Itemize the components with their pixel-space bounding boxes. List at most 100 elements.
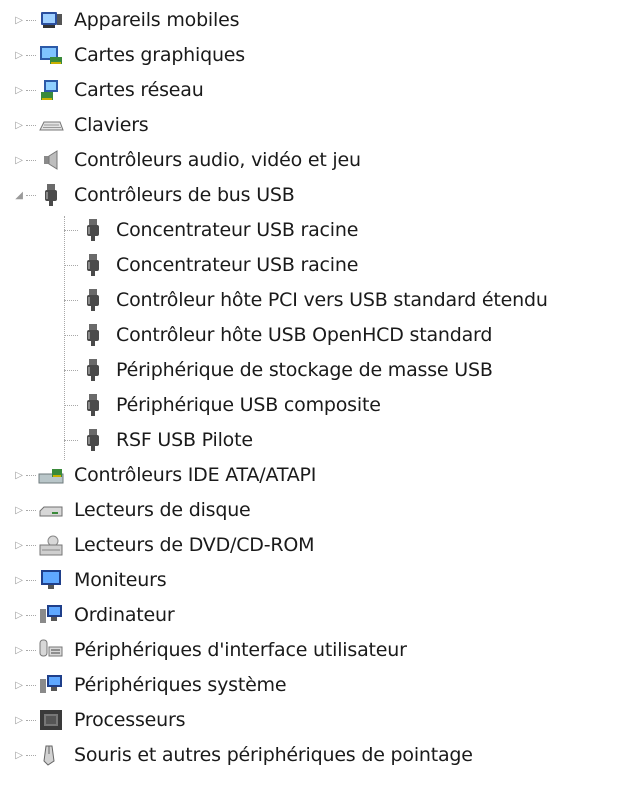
- category-row[interactable]: ▷ Souris et autres périphériques de point…: [0, 740, 473, 770]
- tree-connector-line: [64, 405, 78, 406]
- expand-arrow-icon[interactable]: ▷: [14, 154, 24, 166]
- tree-connector-line: [26, 720, 36, 721]
- category-row[interactable]: ▷ Cartes graphiques: [0, 40, 245, 70]
- tree-connector-line: [26, 125, 36, 126]
- usb-device-row[interactable]: Périphérique de stockage de masse USB: [0, 355, 493, 385]
- tree-connector-line: [26, 615, 36, 616]
- expand-arrow-icon[interactable]: ▷: [14, 609, 24, 621]
- tree-connector-line: [26, 510, 36, 511]
- usb-plug-icon: [80, 358, 106, 382]
- tree-connector-line: [26, 650, 36, 651]
- usb-device-row[interactable]: Contrôleur hôte USB OpenHCD standard: [0, 320, 492, 350]
- expand-arrow-icon[interactable]: ▷: [14, 679, 24, 691]
- expand-arrow-icon[interactable]: ▷: [14, 644, 24, 656]
- tree-item-label: Périphériques système: [74, 674, 287, 696]
- tree-item-label: Lecteurs de DVD/CD-ROM: [74, 534, 315, 556]
- tree-connector-line: [64, 265, 78, 266]
- category-row[interactable]: ▷ Lecteurs de disque: [0, 495, 251, 525]
- category-row[interactable]: ▷ Ordinateur: [0, 600, 174, 630]
- expand-arrow-icon[interactable]: ▷: [14, 714, 24, 726]
- expand-arrow-icon[interactable]: ▷: [14, 84, 24, 96]
- collapse-arrow-icon[interactable]: ◢: [14, 189, 24, 201]
- device-manager-tree: ▷ Appareils mobiles ▷ Cartes graphiques ▷ Car…: [0, 0, 623, 794]
- expand-arrow-icon[interactable]: ▷: [14, 539, 24, 551]
- category-row[interactable]: ▷ Contrôleurs audio, vidéo et jeu: [0, 145, 361, 175]
- tree-connector-line: [26, 755, 36, 756]
- tree-connector-line: [64, 335, 78, 336]
- monitor-icon: [38, 568, 64, 592]
- category-row[interactable]: ▷ Processeurs: [0, 705, 185, 735]
- usb-plug-icon: [80, 253, 106, 277]
- usb-plug-icon: [80, 218, 106, 242]
- category-row[interactable]: ▷ Contrôleurs IDE ATA/ATAPI: [0, 460, 316, 490]
- usb-device-row[interactable]: Concentrateur USB racine: [0, 215, 358, 245]
- expand-arrow-icon[interactable]: ▷: [14, 49, 24, 61]
- tree-item-label: Contrôleurs de bus USB: [74, 184, 295, 206]
- tree-connector-line: [26, 580, 36, 581]
- usb-plug-icon: [80, 323, 106, 347]
- category-row[interactable]: ▷ Cartes réseau: [0, 75, 204, 105]
- expand-arrow-icon[interactable]: ▷: [14, 574, 24, 586]
- usb-device-row[interactable]: Contrôleur hôte PCI vers USB standard ét…: [0, 285, 548, 315]
- network-adapter-icon: [38, 78, 64, 102]
- expand-arrow-icon[interactable]: ▷: [14, 119, 24, 131]
- category-row[interactable]: ▷ Moniteurs: [0, 565, 166, 595]
- tree-item-label: Concentrateur USB racine: [116, 254, 359, 276]
- category-row[interactable]: ▷ Claviers: [0, 110, 149, 140]
- tree-connector-line: [26, 475, 36, 476]
- mobile-devices-icon: [38, 8, 64, 32]
- tree-connector-line: [26, 195, 36, 196]
- tree-item-label: Contrôleurs audio, vidéo et jeu: [74, 149, 361, 171]
- tree-item-label: Périphérique USB composite: [116, 394, 381, 416]
- tree-connector-line: [26, 20, 36, 21]
- tree-item-label: Lecteurs de disque: [74, 499, 251, 521]
- speaker-icon: [38, 148, 64, 172]
- tree-item-label: Processeurs: [74, 709, 186, 731]
- tree-connector-line: [26, 545, 36, 546]
- tree-connector-line: [64, 230, 78, 231]
- tree-connector-line: [64, 440, 78, 441]
- tree-item-label: Cartes graphiques: [74, 44, 245, 66]
- expand-arrow-icon[interactable]: ▷: [14, 14, 24, 26]
- tree-item-label: RSF USB Pilote: [116, 429, 253, 451]
- category-row[interactable]: ▷ Appareils mobiles: [0, 5, 239, 35]
- tree-item-label: Appareils mobiles: [74, 9, 240, 31]
- tree-item-label: Souris et autres périphériques de pointa…: [74, 744, 473, 766]
- expand-arrow-icon[interactable]: ▷: [14, 504, 24, 516]
- system-devices-icon: [38, 673, 64, 697]
- tree-connector-line: [26, 90, 36, 91]
- usb-device-row[interactable]: Périphérique USB composite: [0, 390, 381, 420]
- category-row-expanded[interactable]: ◢ Contrôleurs de bus USB: [0, 180, 295, 210]
- tree-item-label: Contrôleur hôte PCI vers USB standard ét…: [116, 289, 548, 311]
- tree-connector-line: [64, 300, 78, 301]
- usb-device-row[interactable]: RSF USB Pilote: [0, 425, 253, 455]
- usb-device-row[interactable]: Concentrateur USB racine: [0, 250, 358, 280]
- category-row[interactable]: ▷ Périphériques système: [0, 670, 286, 700]
- computer-icon: [38, 603, 64, 627]
- usb-plug-icon: [38, 183, 64, 207]
- category-row[interactable]: ▷ Lecteurs de DVD/CD-ROM: [0, 530, 314, 560]
- category-row[interactable]: ▷ Périphériques d'interface utilisateur: [0, 635, 407, 665]
- tree-item-label: Contrôleur hôte USB OpenHCD standard: [116, 324, 493, 346]
- tree-item-label: Concentrateur USB racine: [116, 219, 359, 241]
- expand-arrow-icon[interactable]: ▷: [14, 749, 24, 761]
- dvd-drive-icon: [38, 533, 64, 557]
- mouse-icon: [38, 743, 64, 767]
- tree-item-label: Cartes réseau: [74, 79, 204, 101]
- tree-item-label: Moniteurs: [74, 569, 167, 591]
- ide-controller-icon: [38, 463, 64, 487]
- usb-plug-icon: [80, 288, 106, 312]
- tree-item-label: Périphérique de stockage de masse USB: [116, 359, 493, 381]
- tree-item-label: Contrôleurs IDE ATA/ATAPI: [74, 464, 317, 486]
- tree-connector-line: [26, 685, 36, 686]
- tree-item-label: Claviers: [74, 114, 149, 136]
- keyboard-icon: [38, 113, 64, 137]
- disk-drive-icon: [38, 498, 64, 522]
- hid-icon: [38, 638, 64, 662]
- processor-icon: [38, 708, 64, 732]
- display-adapter-icon: [38, 43, 64, 67]
- tree-connector-line: [26, 160, 36, 161]
- usb-plug-icon: [80, 393, 106, 417]
- usb-plug-icon: [80, 428, 106, 452]
- expand-arrow-icon[interactable]: ▷: [14, 469, 24, 481]
